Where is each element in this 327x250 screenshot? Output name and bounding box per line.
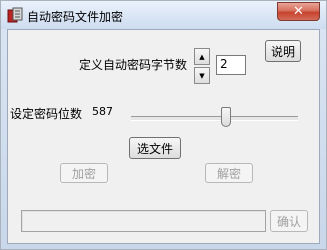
- help-button[interactable]: 说明: [265, 40, 301, 62]
- status-field: [21, 210, 266, 232]
- spin-down-icon: ▼: [199, 71, 205, 80]
- digits-slider-track[interactable]: [131, 116, 298, 121]
- client-area: 定义自动密码字节数 ▲ ▼ 2 说明 设定密码位数 587 选文件 加密 解密 …: [7, 29, 320, 244]
- digits-label: 设定密码位数: [10, 107, 83, 121]
- byte-count-input[interactable]: 2: [216, 55, 246, 75]
- app-icon: [7, 7, 23, 23]
- window-title: 自动密码文件加密: [27, 10, 124, 24]
- digits-slider-thumb[interactable]: [221, 107, 231, 127]
- close-button[interactable]: ✕: [277, 2, 320, 21]
- confirm-button[interactable]: 确认: [270, 210, 308, 232]
- spin-up-button[interactable]: ▲: [194, 48, 210, 65]
- select-file-button[interactable]: 选文件: [129, 137, 181, 159]
- close-icon: ✕: [293, 4, 304, 19]
- spin-down-button[interactable]: ▼: [194, 67, 210, 84]
- encrypt-button[interactable]: 加密: [60, 163, 108, 183]
- byte-count-label: 定义自动密码字节数: [79, 58, 188, 72]
- digits-value: 587: [92, 105, 113, 118]
- spin-up-icon: ▲: [199, 52, 205, 61]
- app-window: 自动密码文件加密 ✕ 定义自动密码字节数 ▲ ▼ 2 说明 设定密码位数 587…: [0, 0, 327, 250]
- decrypt-button[interactable]: 解密: [205, 163, 253, 183]
- title-bar[interactable]: 自动密码文件加密 ✕: [1, 1, 326, 29]
- byte-count-spinner[interactable]: ▲ ▼: [194, 48, 210, 84]
